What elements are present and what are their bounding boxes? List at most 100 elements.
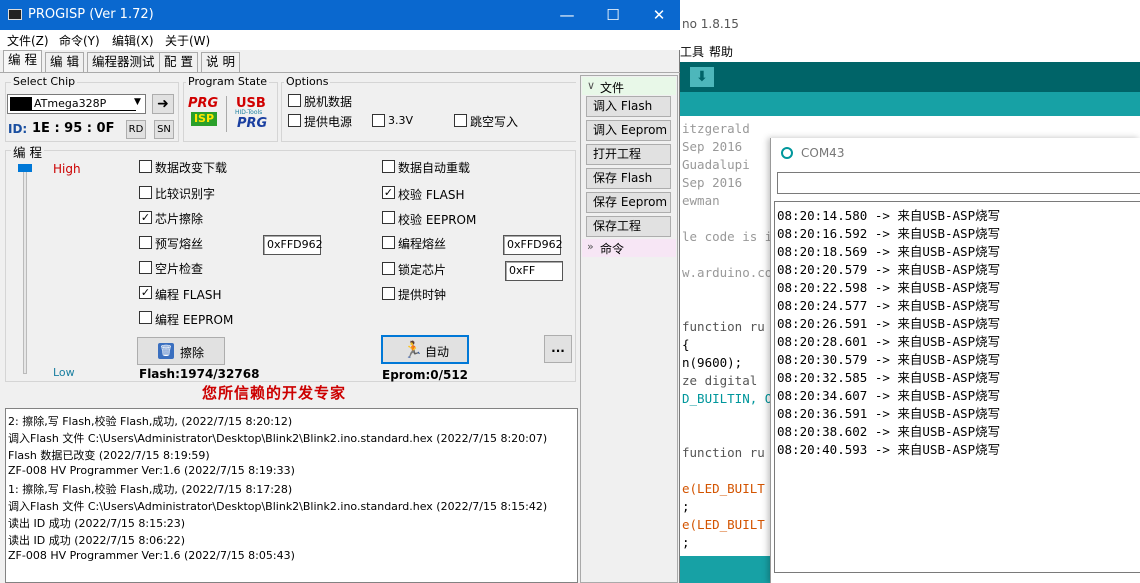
log-panel: 2: 擦除,写 Flash,校验 Flash,成功, (2022/7/15 8:… bbox=[5, 408, 578, 583]
menu-file[interactable]: 文件(Z) bbox=[7, 32, 49, 49]
auto-button[interactable]: 🏃 自动 bbox=[381, 335, 469, 364]
chevron-down-icon[interactable]: ▼ bbox=[134, 97, 141, 107]
tab-edit[interactable]: 编 辑 bbox=[45, 52, 84, 72]
arduino-title: no 1.8.15 bbox=[682, 17, 739, 31]
serial-line: 08:20:16.592 -> 来自USB-ASP烧写 bbox=[777, 226, 1001, 241]
maximize-button[interactable]: ☐ bbox=[590, 0, 636, 30]
download-icon[interactable]: ⬇ bbox=[690, 67, 714, 87]
menu-edit[interactable]: 编辑(X) bbox=[112, 32, 154, 49]
prewrite-fuse-value[interactable]: 0xFFD962 bbox=[263, 235, 323, 255]
arduino-toolbar: ⬇ bbox=[680, 62, 1140, 92]
program-group-legend: 编 程 bbox=[11, 142, 44, 161]
download-on-change-label: 数据改变下载 bbox=[155, 161, 228, 175]
code-line: function ru bbox=[682, 319, 765, 334]
more-button[interactable]: ... bbox=[544, 335, 572, 363]
code-line: ewman bbox=[682, 193, 720, 208]
serial-line: 08:20:40.593 -> 来自USB-ASP烧写 bbox=[777, 442, 1001, 457]
supply-power-checkbox[interactable] bbox=[288, 114, 301, 127]
verify-flash-checkbox[interactable]: ✓ bbox=[382, 186, 395, 199]
window-title: PROGISP (Ver 1.72) bbox=[28, 7, 154, 22]
menu-about[interactable]: 关于(W) bbox=[165, 32, 210, 49]
verify-eeprom-checkbox[interactable] bbox=[382, 211, 395, 224]
log-line: 2: 擦除,写 Flash,校验 Flash,成功, (2022/7/15 8:… bbox=[8, 415, 293, 428]
slider-track bbox=[23, 170, 27, 374]
compare-signature-checkbox[interactable] bbox=[139, 186, 152, 199]
serial-send-input[interactable] bbox=[777, 172, 1140, 194]
tab-divider bbox=[0, 72, 680, 73]
lock-chip-checkbox[interactable] bbox=[382, 262, 395, 275]
tab-config[interactable]: 配 置 bbox=[159, 52, 198, 72]
program-fuse-checkbox[interactable] bbox=[382, 236, 395, 249]
offline-data-label: 脱机数据 bbox=[304, 95, 353, 109]
code-line: itzgerald bbox=[682, 121, 750, 136]
program-flash-label: 编程 FLASH bbox=[155, 288, 222, 302]
chip-highlight bbox=[10, 97, 32, 111]
menu-help[interactable]: 帮助 bbox=[709, 43, 733, 60]
verify-eeprom-label: 校验 EEPROM bbox=[398, 213, 477, 227]
speed-slider[interactable] bbox=[11, 162, 41, 378]
program-flash-checkbox[interactable]: ✓ bbox=[139, 286, 152, 299]
prewrite-fuse-checkbox[interactable] bbox=[139, 236, 152, 249]
hid-tools-tag: HID-Tools bbox=[235, 109, 263, 116]
supply-clock-checkbox[interactable] bbox=[382, 287, 395, 300]
command-section-header[interactable]: » 命令 bbox=[582, 239, 676, 257]
code-line: e(LED_BUILT bbox=[682, 517, 765, 532]
open-project-button[interactable]: 打开工程 bbox=[586, 144, 671, 165]
blank-check-label: 空片检查 bbox=[155, 262, 204, 276]
serial-line: 08:20:24.577 -> 来自USB-ASP烧写 bbox=[777, 298, 1001, 313]
arduino-logo-icon bbox=[781, 147, 793, 159]
tab-help[interactable]: 说 明 bbox=[201, 52, 240, 72]
progisp-window: PROGISP (Ver 1.72) — ☐ ✕ 文件(Z) 命令(Y) 编辑(… bbox=[0, 0, 680, 583]
serial-line: 08:20:22.598 -> 来自USB-ASP烧写 bbox=[777, 280, 1001, 295]
chip-select-value: ATmega328P bbox=[32, 97, 136, 111]
code-line: ze digital bbox=[682, 373, 758, 388]
save-project-button[interactable]: 保存工程 bbox=[586, 216, 671, 237]
serial-line: 08:20:26.591 -> 来自USB-ASP烧写 bbox=[777, 316, 1001, 331]
code-line: le code is i bbox=[682, 229, 773, 244]
blank-check-checkbox[interactable] bbox=[139, 261, 152, 274]
close-button[interactable]: ✕ bbox=[636, 0, 682, 30]
arduino-title-bar: no 1.8.15 bbox=[680, 0, 1140, 40]
erase-button[interactable]: 🗑 擦除 bbox=[137, 337, 225, 365]
lock-value[interactable]: 0xFF bbox=[505, 261, 563, 281]
tab-program[interactable]: 编 程 bbox=[3, 50, 42, 72]
chip-erase-checkbox[interactable]: ✓ bbox=[139, 211, 152, 224]
serial-monitor-title: COM43 bbox=[801, 146, 845, 160]
title-bar: PROGISP (Ver 1.72) — ☐ ✕ bbox=[0, 0, 680, 30]
voltage-3v3-checkbox[interactable] bbox=[372, 114, 385, 127]
save-eeprom-button[interactable]: 保存 Eeprom bbox=[586, 192, 671, 213]
serial-line: 08:20:36.591 -> 来自USB-ASP烧写 bbox=[777, 406, 1001, 421]
chip-select[interactable]: ATmega328P ▼ bbox=[7, 94, 146, 114]
code-editor[interactable]: itzgerald Sep 2016 Guadalupi Sep 2016 ewman l… bbox=[680, 116, 780, 556]
menu-command[interactable]: 命令(Y) bbox=[59, 32, 100, 49]
program-eeprom-checkbox[interactable] bbox=[139, 311, 152, 324]
arduino-menu-bar: 工具 帮助 bbox=[680, 40, 1140, 62]
code-line: function ru bbox=[682, 445, 765, 460]
supply-power-label: 提供电源 bbox=[304, 115, 353, 129]
offline-data-checkbox[interactable] bbox=[288, 94, 301, 107]
program-group: 编 程 bbox=[5, 142, 576, 382]
serial-line: 08:20:18.569 -> 来自USB-ASP烧写 bbox=[777, 244, 1001, 259]
file-section-label: 文件 bbox=[600, 81, 625, 95]
auto-reload-label: 数据自动重载 bbox=[398, 161, 471, 175]
program-fuse-label: 编程熔丝 bbox=[398, 237, 447, 251]
code-line: D_BUILTIN, O bbox=[682, 391, 773, 406]
erase-button-label: 擦除 bbox=[180, 346, 205, 360]
minimize-button[interactable]: — bbox=[544, 0, 590, 30]
skip-empty-write-label: 跳空写入 bbox=[470, 115, 519, 129]
tab-programmer-test[interactable]: 编程器测试 bbox=[87, 52, 160, 72]
serial-number-button[interactable]: SN bbox=[154, 120, 174, 139]
arrow-right-icon[interactable]: ➜ bbox=[152, 94, 174, 114]
load-flash-button[interactable]: 调入 Flash bbox=[586, 96, 671, 117]
select-chip-legend: Select Chip bbox=[11, 75, 78, 88]
skip-empty-write-checkbox[interactable] bbox=[454, 114, 467, 127]
menu-tools[interactable]: 工具 bbox=[680, 43, 704, 60]
slider-thumb[interactable] bbox=[18, 164, 32, 172]
file-section-header[interactable]: ∨ 文件 bbox=[582, 77, 676, 95]
save-flash-button[interactable]: 保存 Flash bbox=[586, 168, 671, 189]
fuse-value[interactable]: 0xFFD962 bbox=[503, 235, 563, 255]
load-eeprom-button[interactable]: 调入 Eeprom bbox=[586, 120, 671, 141]
download-on-change-checkbox[interactable] bbox=[139, 160, 152, 173]
auto-reload-checkbox[interactable] bbox=[382, 160, 395, 173]
read-id-button[interactable]: RD bbox=[126, 120, 146, 139]
